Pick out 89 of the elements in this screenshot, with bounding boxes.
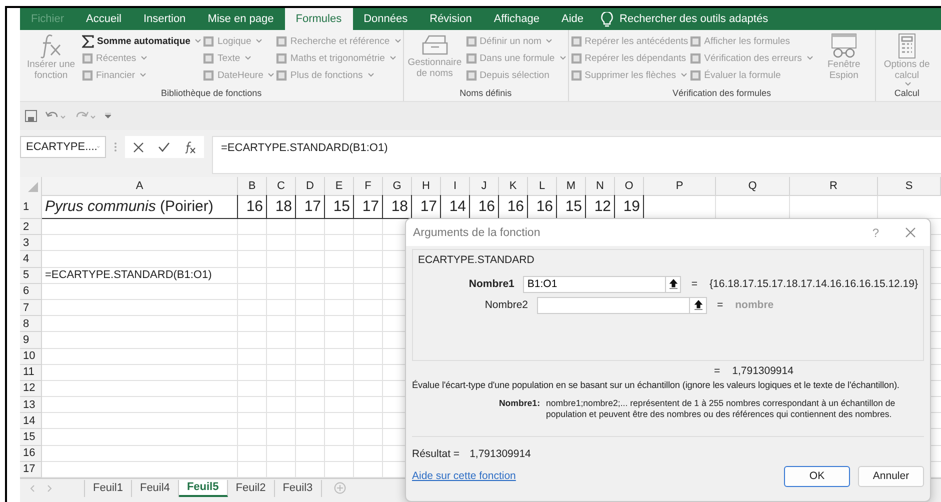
row-header[interactable]: 10 bbox=[20, 348, 42, 365]
function-icon bbox=[39, 33, 63, 59]
window-glasses-icon bbox=[830, 33, 858, 59]
save-icon[interactable] bbox=[25, 110, 37, 122]
argument-label: Nombre2 bbox=[484, 299, 529, 311]
row-header[interactable]: 12 bbox=[20, 380, 42, 398]
group-label: Noms définis bbox=[460, 88, 512, 100]
tile-icon bbox=[203, 70, 214, 80]
tile-icon bbox=[276, 70, 288, 80]
sigma-icon bbox=[82, 34, 94, 48]
group-label: Bibliothèque de fonctions bbox=[161, 88, 262, 100]
row-header[interactable]: 7 bbox=[20, 300, 42, 316]
cancel-icon[interactable] bbox=[133, 142, 144, 152]
tile-icon bbox=[690, 36, 702, 46]
card-stack-icon bbox=[420, 33, 449, 57]
tile-icon bbox=[203, 36, 214, 46]
ribbon-tab[interactable]: Formules bbox=[284, 8, 353, 30]
row-header[interactable]: 9 bbox=[20, 332, 42, 348]
result-value: 1,791309914 bbox=[470, 448, 531, 460]
dialog-button[interactable]: Annuler bbox=[858, 466, 924, 487]
collapse-button[interactable] bbox=[666, 276, 682, 292]
tile-icon bbox=[570, 70, 582, 80]
row-header[interactable]: 14 bbox=[20, 413, 42, 430]
tile-icon bbox=[570, 52, 582, 64]
row-header[interactable]: 4 bbox=[20, 251, 42, 268]
dialog-title: Arguments de la fonction bbox=[413, 226, 540, 238]
row-header[interactable]: 11 bbox=[20, 364, 42, 381]
table-cell-text: =ECARTYPE.STANDARD(B1:O1) bbox=[44, 268, 213, 284]
row-header[interactable]: 8 bbox=[20, 316, 42, 332]
tile-icon bbox=[82, 70, 93, 80]
sheet-tab[interactable]: Feuil5 bbox=[178, 480, 228, 496]
function-name: ECARTYPE.STANDARD bbox=[418, 254, 536, 266]
equals-sign: = bbox=[714, 365, 720, 377]
equals-sign: = bbox=[717, 299, 724, 311]
equals-sign: = bbox=[691, 278, 698, 290]
ribbon-tab[interactable]: Insertion bbox=[132, 8, 197, 30]
argument-help-label: Nombre1: bbox=[498, 398, 540, 410]
group-label: Calcul bbox=[894, 88, 920, 100]
function-description: Évalue l'écart-type d'une population en se basant sur un échantillon (ignore les valeurs logiques et le texte de l'échantillon). bbox=[412, 380, 900, 390]
tile-icon bbox=[82, 52, 93, 64]
tile-icon bbox=[690, 52, 702, 64]
function-icon[interactable] bbox=[184, 140, 196, 154]
row-header[interactable]: 15 bbox=[20, 429, 42, 446]
ribbon-tab[interactable]: Affichage bbox=[482, 8, 550, 30]
result-label: Résultat = bbox=[412, 448, 460, 460]
ribbon-tab[interactable]: Accueil bbox=[75, 8, 132, 30]
row-header[interactable]: 2 bbox=[20, 219, 42, 236]
name-box[interactable]: ECARTYPE.... bbox=[20, 136, 106, 158]
row-header[interactable]: 17 bbox=[20, 462, 42, 478]
ribbon-button[interactable]: Somme automatique bbox=[82, 33, 202, 49]
row-header[interactable]: 1 bbox=[20, 195, 42, 219]
ribbon-tab[interactable]: Aide bbox=[550, 8, 595, 30]
tile-icon bbox=[466, 52, 477, 64]
ribbon-tab[interactable]: Mise en page bbox=[196, 8, 285, 30]
tile-icon bbox=[276, 52, 288, 64]
row-header[interactable]: 16 bbox=[20, 446, 42, 462]
row-header[interactable]: 5 bbox=[20, 268, 42, 284]
upload-arrow-icon bbox=[668, 279, 678, 289]
dialog-button[interactable]: OK bbox=[784, 466, 850, 487]
argument-result: {16.18.17.15.17.18.17.14.16.16.16.15.12.19} bbox=[710, 278, 918, 290]
tile-icon bbox=[570, 36, 582, 46]
row-header[interactable]: 3 bbox=[20, 235, 42, 252]
calculator-icon bbox=[896, 33, 917, 59]
argument-label: Nombre1 bbox=[468, 278, 516, 290]
argument-help-text: nombre1;nombre2;... représentent de 1 à 255 nombres correspondant à un échantillon de population et peuvent être des nombres ou des références qui contiennent des nombres. bbox=[546, 398, 896, 420]
row-header[interactable]: 13 bbox=[20, 397, 42, 414]
upload-arrow-icon bbox=[694, 300, 702, 310]
close-icon[interactable] bbox=[905, 227, 916, 238]
lightbulb-icon bbox=[600, 12, 613, 26]
help-link[interactable]: Aide sur cette fonction bbox=[412, 470, 516, 482]
tile-icon bbox=[203, 52, 214, 64]
argument-result: nombre bbox=[735, 299, 774, 311]
ribbon-tab[interactable]: Révision bbox=[418, 8, 483, 30]
argument-field[interactable]: B1:O1 bbox=[523, 276, 666, 292]
ribbon-tab[interactable]: Données bbox=[352, 8, 419, 30]
tell-me-button[interactable]: Rechercher des outils adaptés bbox=[600, 8, 768, 30]
group-label: Vérification des formules bbox=[672, 88, 772, 100]
vertical-dots-icon bbox=[114, 142, 117, 152]
tile-icon bbox=[276, 36, 288, 46]
collapse-button[interactable] bbox=[690, 296, 707, 314]
tile-icon bbox=[690, 70, 702, 80]
formula-field[interactable]: =ECARTYPE.STANDARD(B1:O1) bbox=[212, 136, 941, 174]
row-header[interactable]: 6 bbox=[20, 284, 42, 300]
tile-icon bbox=[466, 36, 477, 46]
formula-result: 1,791309914 bbox=[732, 365, 794, 377]
customize-caret-icon[interactable] bbox=[105, 113, 111, 119]
argument-field[interactable] bbox=[537, 296, 690, 314]
check-icon[interactable] bbox=[158, 142, 170, 152]
tile-icon bbox=[466, 70, 477, 80]
